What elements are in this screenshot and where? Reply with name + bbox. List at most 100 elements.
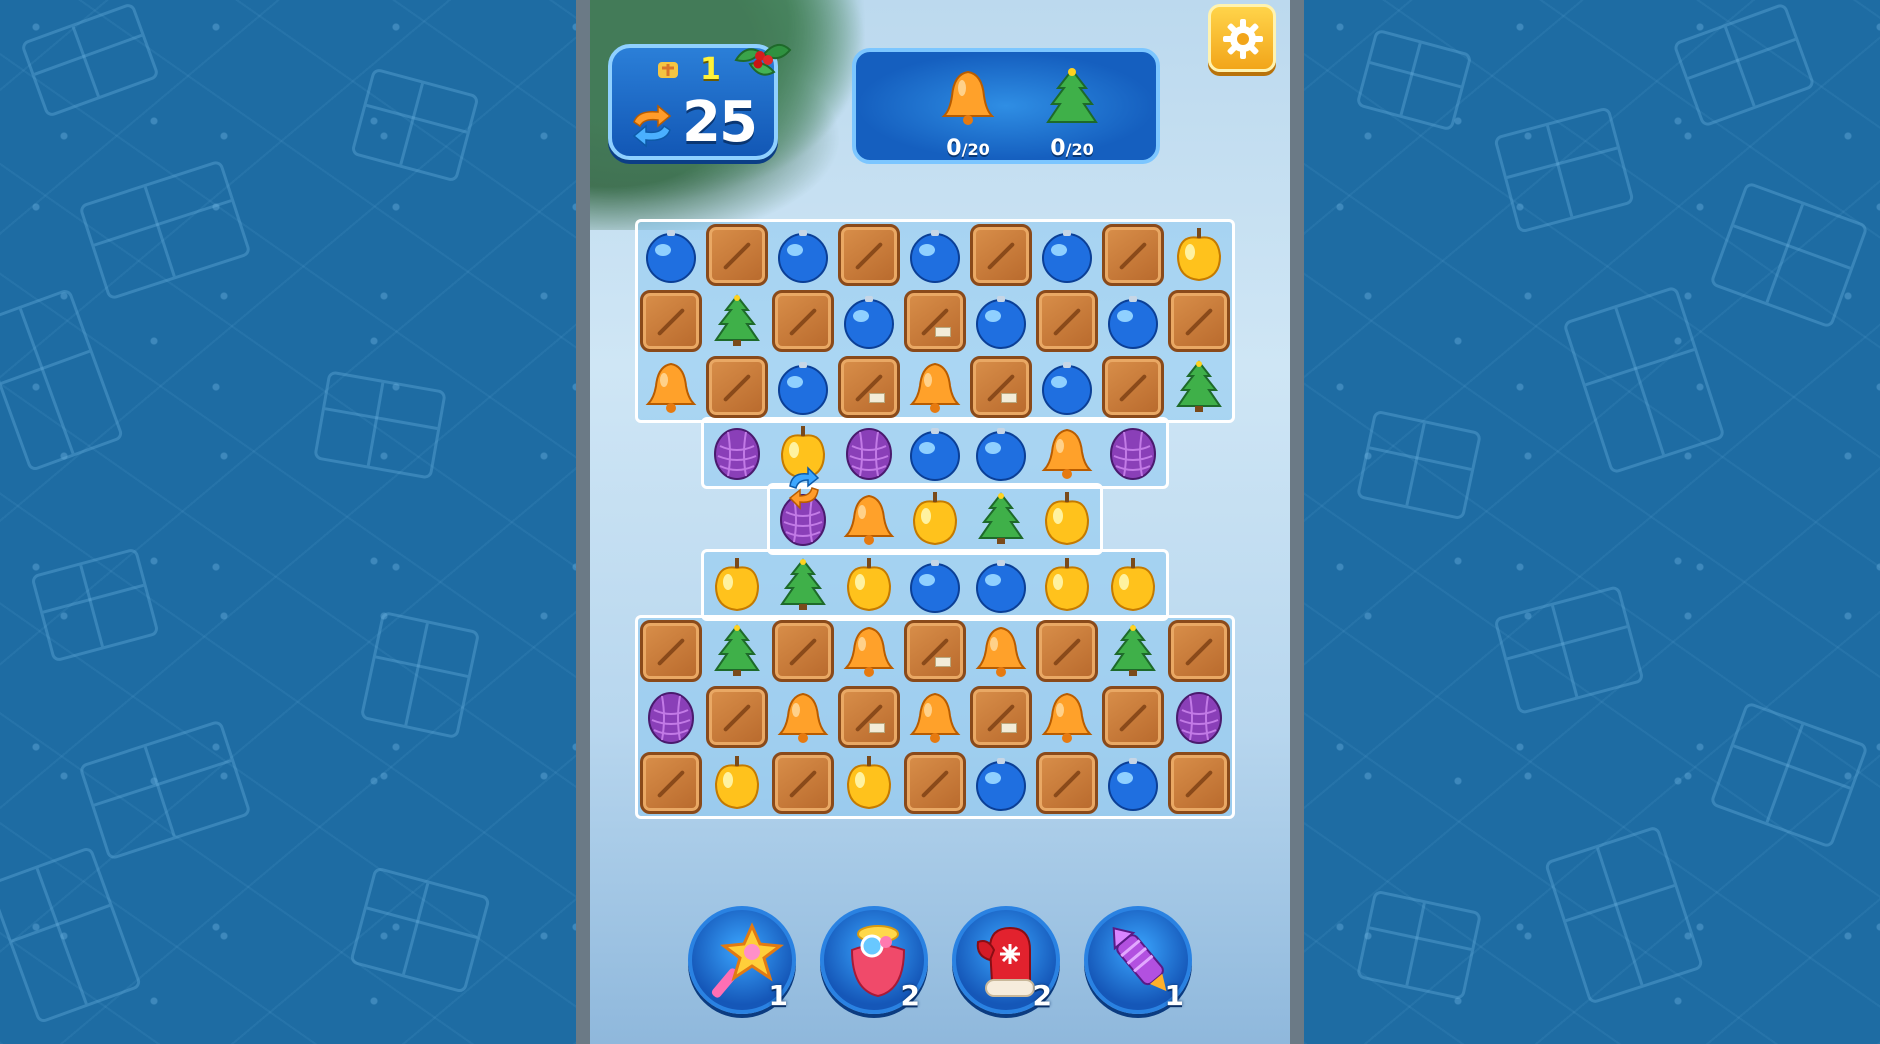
tile-golden-apple[interactable] bbox=[836, 750, 902, 816]
tile-purple-pinecone[interactable] bbox=[704, 420, 770, 486]
tile-pine-tree[interactable] bbox=[704, 288, 770, 354]
tile-crate[interactable] bbox=[638, 750, 704, 816]
goal-tree: 0/20 bbox=[1032, 66, 1112, 162]
tile-blue-ornament[interactable] bbox=[902, 420, 968, 486]
tile-bell[interactable] bbox=[1034, 684, 1100, 750]
crate-icon bbox=[640, 752, 702, 814]
tile-crate[interactable] bbox=[968, 222, 1034, 288]
booster-firework-rocket-count: 1 bbox=[1164, 979, 1184, 1012]
christmas-tree-icon bbox=[1046, 68, 1098, 123]
tile-purple-pinecone[interactable] bbox=[836, 420, 902, 486]
tile-blue-ornament[interactable] bbox=[770, 354, 836, 420]
tile-crate-with-tag[interactable] bbox=[902, 618, 968, 684]
game-frame-right bbox=[1290, 0, 1304, 1044]
tile-golden-apple[interactable] bbox=[1100, 552, 1166, 618]
tile-pine-tree[interactable] bbox=[968, 486, 1034, 552]
tile-crate-with-tag[interactable] bbox=[836, 684, 902, 750]
booster-star-wand[interactable]: 1 bbox=[688, 906, 796, 1014]
blue-ornament-icon bbox=[1108, 758, 1158, 811]
tile-crate[interactable] bbox=[638, 288, 704, 354]
tile-crate[interactable] bbox=[836, 222, 902, 288]
tile-pine-tree[interactable] bbox=[1100, 618, 1166, 684]
tile-blue-ornament[interactable] bbox=[968, 750, 1034, 816]
crate-icon bbox=[706, 686, 768, 748]
tile-crate-with-tag[interactable] bbox=[836, 354, 902, 420]
tile-pine-tree[interactable] bbox=[770, 552, 836, 618]
tile-blue-ornament[interactable] bbox=[902, 552, 968, 618]
tile-purple-pinecone[interactable] bbox=[1166, 684, 1232, 750]
tile-crate[interactable] bbox=[770, 618, 836, 684]
tile-blue-ornament[interactable] bbox=[1100, 288, 1166, 354]
crate-icon bbox=[838, 224, 900, 286]
tile-crate[interactable] bbox=[1100, 684, 1166, 750]
tile-bell[interactable] bbox=[638, 354, 704, 420]
tile-bell[interactable] bbox=[836, 618, 902, 684]
tile-pine-tree[interactable] bbox=[704, 618, 770, 684]
tile-crate[interactable] bbox=[1034, 618, 1100, 684]
tile-golden-apple[interactable] bbox=[1034, 552, 1100, 618]
tile-crate[interactable] bbox=[704, 222, 770, 288]
tile-golden-apple[interactable] bbox=[704, 552, 770, 618]
tile-golden-apple[interactable] bbox=[1166, 222, 1232, 288]
tile-crate[interactable] bbox=[1100, 222, 1166, 288]
tile-blue-ornament[interactable] bbox=[1034, 354, 1100, 420]
gift-pattern bbox=[350, 67, 480, 183]
tile-blue-ornament[interactable] bbox=[1100, 750, 1166, 816]
tile-crate[interactable] bbox=[704, 684, 770, 750]
tile-crate[interactable] bbox=[1166, 288, 1232, 354]
tile-golden-apple[interactable] bbox=[902, 486, 968, 552]
bell-icon bbox=[909, 692, 961, 743]
tile-bell[interactable] bbox=[968, 618, 1034, 684]
blue-ornament-icon bbox=[910, 560, 960, 613]
tile-purple-pinecone[interactable] bbox=[638, 684, 704, 750]
tile-bell[interactable] bbox=[902, 684, 968, 750]
tile-crate-with-tag[interactable] bbox=[968, 354, 1034, 420]
tile-bell[interactable] bbox=[836, 486, 902, 552]
bell-icon bbox=[909, 362, 961, 413]
tile-golden-apple[interactable] bbox=[1034, 486, 1100, 552]
tile-crate-with-tag[interactable] bbox=[968, 684, 1034, 750]
blue-ornament-icon bbox=[1108, 296, 1158, 349]
tile-crate[interactable] bbox=[770, 288, 836, 354]
tile-crate[interactable] bbox=[1034, 750, 1100, 816]
tile-golden-apple[interactable] bbox=[836, 552, 902, 618]
tile-bell[interactable] bbox=[902, 354, 968, 420]
crate-tag-icon bbox=[838, 356, 900, 418]
booster-candy-jar[interactable]: 2 bbox=[820, 906, 928, 1014]
golden-apple-icon bbox=[912, 492, 958, 546]
tile-bell[interactable] bbox=[770, 684, 836, 750]
tile-crate-with-tag[interactable] bbox=[902, 288, 968, 354]
booster-firework-rocket[interactable]: 1 bbox=[1084, 906, 1192, 1014]
tile-crate[interactable] bbox=[638, 618, 704, 684]
tile-crate[interactable] bbox=[1100, 354, 1166, 420]
tile-blue-ornament[interactable] bbox=[902, 222, 968, 288]
tile-blue-ornament[interactable] bbox=[968, 552, 1034, 618]
tile-blue-ornament[interactable] bbox=[638, 222, 704, 288]
tile-crate[interactable] bbox=[902, 750, 968, 816]
tile-blue-ornament[interactable] bbox=[1034, 222, 1100, 288]
booster-mitten[interactable]: 2 bbox=[952, 906, 1060, 1014]
blue-ornament-icon bbox=[976, 428, 1026, 481]
tile-purple-pinecone[interactable] bbox=[1100, 420, 1166, 486]
tile-crate[interactable] bbox=[1034, 288, 1100, 354]
tile-crate[interactable] bbox=[770, 750, 836, 816]
tile-crate[interactable] bbox=[1166, 750, 1232, 816]
tile-blue-ornament[interactable] bbox=[968, 420, 1034, 486]
tile-blue-ornament[interactable] bbox=[770, 222, 836, 288]
tile-golden-apple[interactable] bbox=[704, 750, 770, 816]
tile-blue-ornament[interactable] bbox=[968, 288, 1034, 354]
purple-pinecone-icon bbox=[648, 692, 694, 744]
tile-bell[interactable] bbox=[1034, 420, 1100, 486]
blue-ornament-icon bbox=[844, 296, 894, 349]
pine-tree-icon bbox=[780, 558, 826, 610]
tile-crate[interactable] bbox=[704, 354, 770, 420]
settings-button[interactable] bbox=[1208, 4, 1276, 72]
tile-pine-tree[interactable] bbox=[1166, 354, 1232, 420]
crate-icon bbox=[904, 752, 966, 814]
tile-blue-ornament[interactable] bbox=[836, 288, 902, 354]
purple-pinecone-icon bbox=[1176, 692, 1222, 744]
booster-mitten-count: 2 bbox=[1032, 979, 1052, 1012]
game-frame-left bbox=[576, 0, 590, 1044]
tile-crate[interactable] bbox=[1166, 618, 1232, 684]
golden-apple-icon bbox=[846, 756, 892, 810]
